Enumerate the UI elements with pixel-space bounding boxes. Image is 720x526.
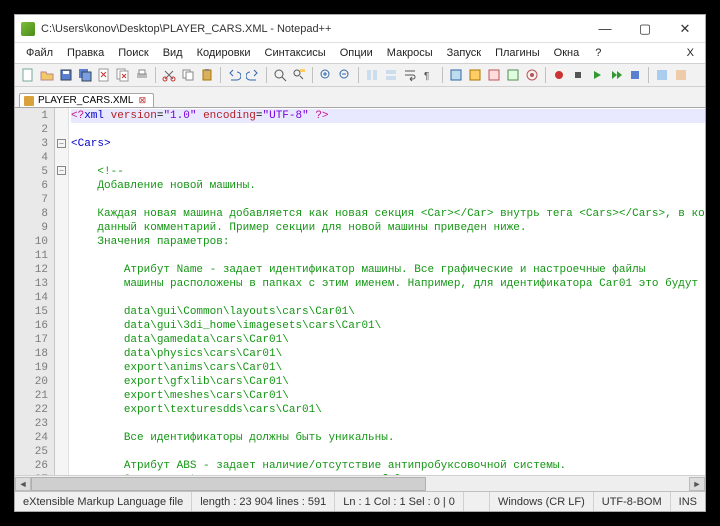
cut-icon[interactable] (160, 66, 178, 84)
menu-encoding[interactable]: Кодировки (190, 45, 258, 61)
menu-windows[interactable]: Окна (547, 45, 587, 61)
scroll-thumb[interactable] (31, 477, 426, 491)
horizontal-scrollbar[interactable]: ◄ ► (15, 475, 705, 491)
replace-icon[interactable] (290, 66, 308, 84)
record-macro-icon[interactable] (550, 66, 568, 84)
find-icon[interactable] (271, 66, 289, 84)
status-eol: Windows (CR LF) (490, 492, 594, 511)
window-title: C:\Users\konov\Desktop\PLAYER_CARS.XML -… (41, 23, 585, 35)
minimize-button[interactable]: — (585, 15, 625, 43)
status-filetype: eXtensible Markup Language file (15, 492, 192, 511)
editor[interactable]: 1234567891011121314151617181920212223242… (15, 107, 705, 475)
titlebar: C:\Users\konov\Desktop\PLAYER_CARS.XML -… (15, 15, 705, 43)
status-encoding: UTF-8-BOM (594, 492, 671, 511)
save-icon[interactable] (57, 66, 75, 84)
play-multi-icon[interactable] (607, 66, 625, 84)
file-tab-label: PLAYER_CARS.XML (38, 95, 133, 106)
func-list-icon[interactable] (485, 66, 503, 84)
save-macro-icon[interactable] (626, 66, 644, 84)
menu-run[interactable]: Запуск (440, 45, 488, 61)
menu-help[interactable]: ? (588, 45, 608, 61)
redo-icon[interactable] (244, 66, 262, 84)
statusbar: eXtensible Markup Language file length :… (15, 491, 705, 511)
toolbar-extra-2-icon[interactable] (672, 66, 690, 84)
paste-icon[interactable] (198, 66, 216, 84)
menu-syntax[interactable]: Синтаксисы (258, 45, 333, 61)
status-length: length : 23 904 lines : 591 (192, 492, 335, 511)
menu-view[interactable]: Вид (156, 45, 190, 61)
file-modified-icon (24, 96, 34, 106)
close-button[interactable]: ✕ (665, 15, 705, 43)
menu-close-x[interactable]: X (680, 45, 701, 61)
svg-text:¶: ¶ (424, 71, 429, 82)
save-all-icon[interactable] (76, 66, 94, 84)
file-tab[interactable]: PLAYER_CARS.XML ⊠ (19, 93, 154, 107)
print-icon[interactable] (133, 66, 151, 84)
scroll-left-icon[interactable]: ◄ (15, 477, 31, 491)
show-all-chars-icon[interactable]: ¶ (420, 66, 438, 84)
menu-macros[interactable]: Макросы (380, 45, 440, 61)
menu-search[interactable]: Поиск (111, 45, 155, 61)
open-file-icon[interactable] (38, 66, 56, 84)
stop-macro-icon[interactable] (569, 66, 587, 84)
menu-edit[interactable]: Правка (60, 45, 111, 61)
play-macro-icon[interactable] (588, 66, 606, 84)
wordwrap-icon[interactable] (401, 66, 419, 84)
code-area[interactable]: <?xml version="1.0" encoding="UTF-8" ?> … (69, 108, 705, 475)
app-window: C:\Users\konov\Desktop\PLAYER_CARS.XML -… (14, 14, 706, 512)
folder-workspace-icon[interactable] (504, 66, 522, 84)
zoom-out-icon[interactable] (336, 66, 354, 84)
app-icon (21, 22, 35, 36)
sync-h-icon[interactable] (382, 66, 400, 84)
toolbar: ¶ (15, 63, 705, 87)
fold-column[interactable]: −− (55, 108, 69, 475)
toolbar-extra-1-icon[interactable] (653, 66, 671, 84)
line-number-gutter: 1234567891011121314151617181920212223242… (15, 108, 55, 475)
tabbar: PLAYER_CARS.XML ⊠ (15, 87, 705, 107)
monitor-icon[interactable] (523, 66, 541, 84)
menubar: Файл Правка Поиск Вид Кодировки Синтакси… (15, 43, 705, 63)
menu-file[interactable]: Файл (19, 45, 60, 61)
doc-map-icon[interactable] (466, 66, 484, 84)
maximize-button[interactable]: ▢ (625, 15, 665, 43)
zoom-in-icon[interactable] (317, 66, 335, 84)
menu-plugins[interactable]: Плагины (488, 45, 547, 61)
tab-close-icon[interactable]: ⊠ (137, 96, 147, 106)
status-mode: INS (671, 492, 705, 511)
copy-icon[interactable] (179, 66, 197, 84)
close-file-icon[interactable] (95, 66, 113, 84)
status-position: Ln : 1 Col : 1 Sel : 0 | 0 (335, 492, 464, 511)
close-all-icon[interactable] (114, 66, 132, 84)
menu-options[interactable]: Опции (333, 45, 380, 61)
scroll-track[interactable] (31, 477, 689, 491)
undo-icon[interactable] (225, 66, 243, 84)
new-file-icon[interactable] (19, 66, 37, 84)
indent-guide-icon[interactable] (447, 66, 465, 84)
scroll-right-icon[interactable]: ► (689, 477, 705, 491)
sync-v-icon[interactable] (363, 66, 381, 84)
